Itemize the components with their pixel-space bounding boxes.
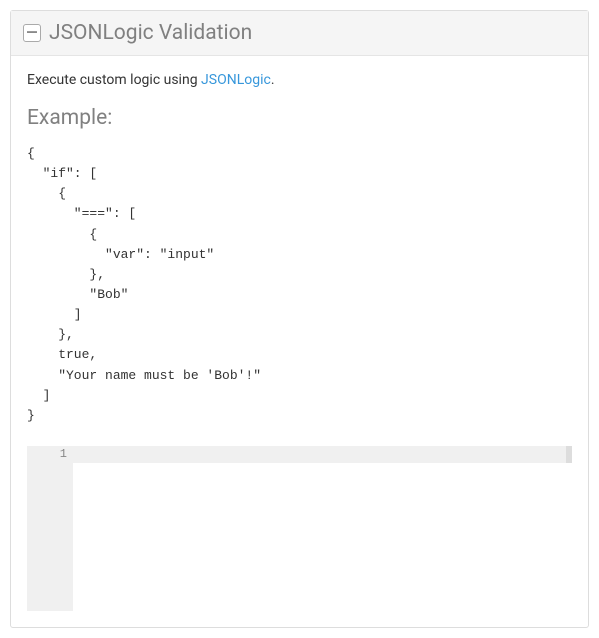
line-number: 1 — [27, 446, 67, 463]
panel-title: JSONLogic Validation — [49, 21, 252, 45]
jsonlogic-validation-panel: － JSONLogic Validation Execute custom lo… — [10, 10, 589, 628]
editor-gutter: 1 — [27, 446, 73, 611]
editor-textarea[interactable] — [79, 446, 572, 611]
example-heading: Example: — [27, 106, 572, 130]
panel-header: － JSONLogic Validation — [11, 11, 588, 56]
collapse-button[interactable]: － — [23, 24, 41, 42]
jsonlogic-link[interactable]: JSONLogic — [201, 72, 271, 88]
description-suffix: . — [271, 72, 275, 88]
code-editor[interactable]: 1 — [27, 446, 572, 611]
editor-content-area[interactable] — [73, 446, 572, 611]
example-code: { "if": [ { "===": [ { "var": "input" },… — [27, 144, 572, 426]
description-prefix: Execute custom logic using — [27, 72, 201, 88]
description-text: Execute custom logic using JSONLogic. — [27, 72, 572, 88]
panel-body: Execute custom logic using JSONLogic. Ex… — [11, 56, 588, 627]
